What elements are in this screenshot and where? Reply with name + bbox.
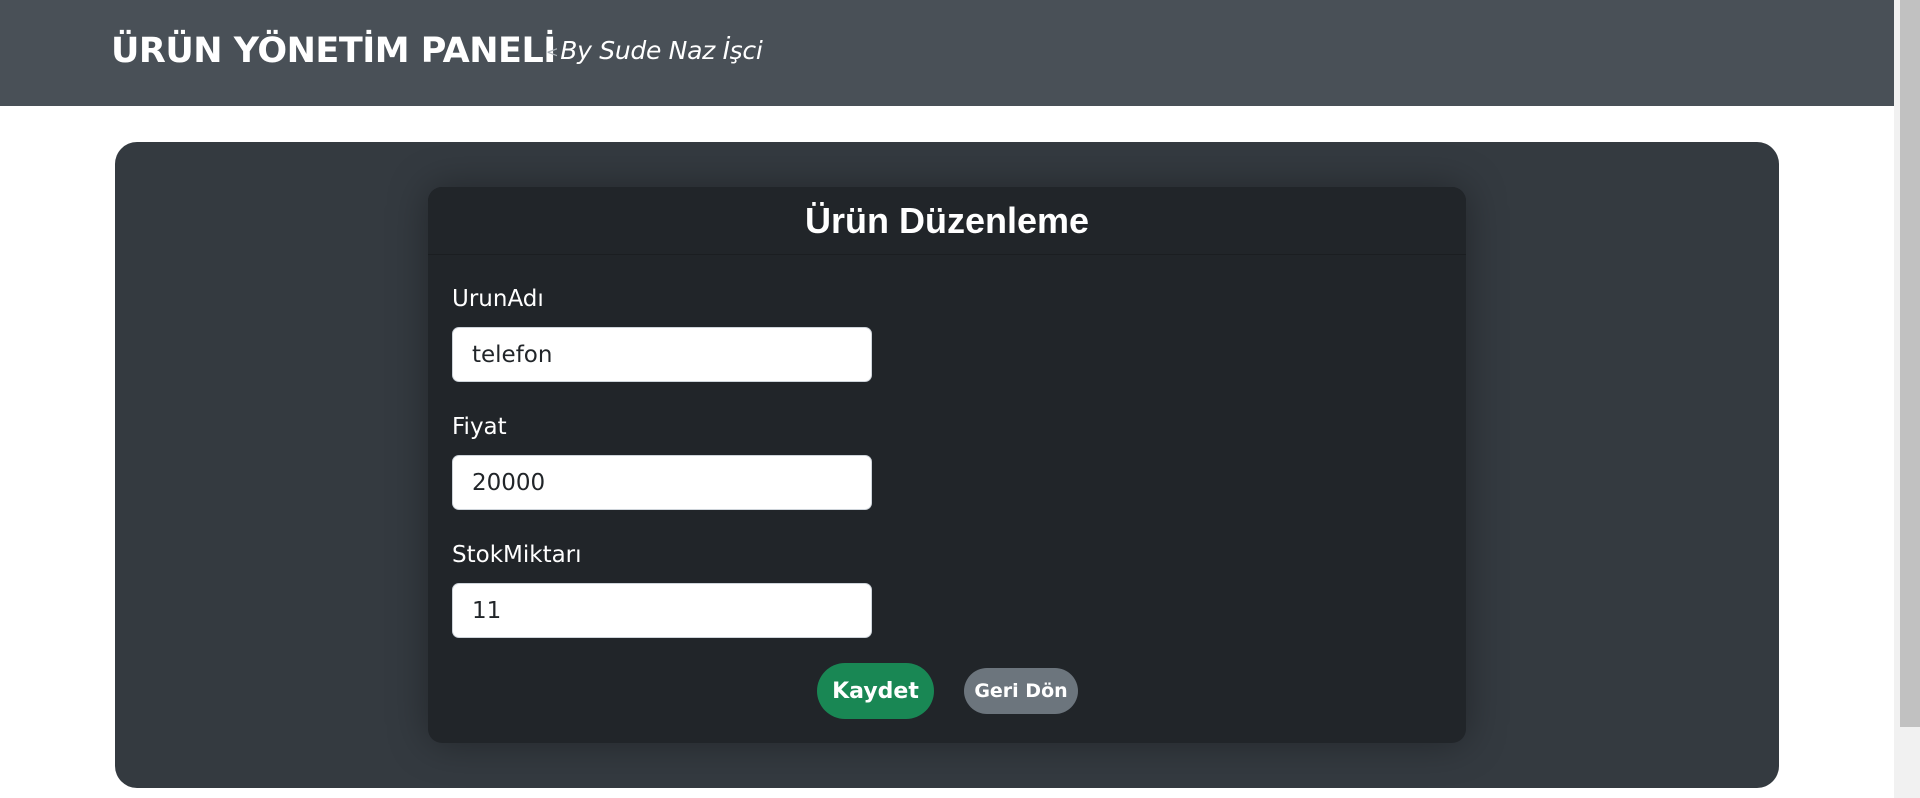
edit-product-card: Ürün Düzenleme UrunAdı Fiyat StokMiktarı…: [428, 187, 1466, 743]
stock-quantity-input[interactable]: [452, 583, 872, 638]
back-button[interactable]: Geri Dön: [964, 668, 1078, 714]
scrollbar-thumb[interactable]: [1900, 0, 1920, 727]
save-button[interactable]: Kaydet: [817, 663, 934, 719]
product-name-label: UrunAdı: [452, 286, 544, 312]
top-navbar: ÜRÜN YÖNETİM PANELİ <By Sude Naz İşci: [0, 0, 1894, 106]
card-header: Ürün Düzenleme: [428, 187, 1466, 255]
brand-title[interactable]: ÜRÜN YÖNETİM PANELİ: [111, 28, 556, 74]
page-title: Ürün Düzenleme: [804, 200, 1090, 241]
stock-quantity-label: StokMiktarı: [452, 542, 582, 568]
byline-text: By Sude Naz İşci: [560, 36, 763, 65]
price-label: Fiyat: [452, 414, 507, 440]
byline-marker: <: [546, 43, 559, 61]
product-name-input[interactable]: [452, 327, 872, 382]
price-input[interactable]: [452, 455, 872, 510]
author-byline: <By Sude Naz İşci: [546, 34, 763, 69]
page-scrollbar[interactable]: [1894, 0, 1920, 798]
